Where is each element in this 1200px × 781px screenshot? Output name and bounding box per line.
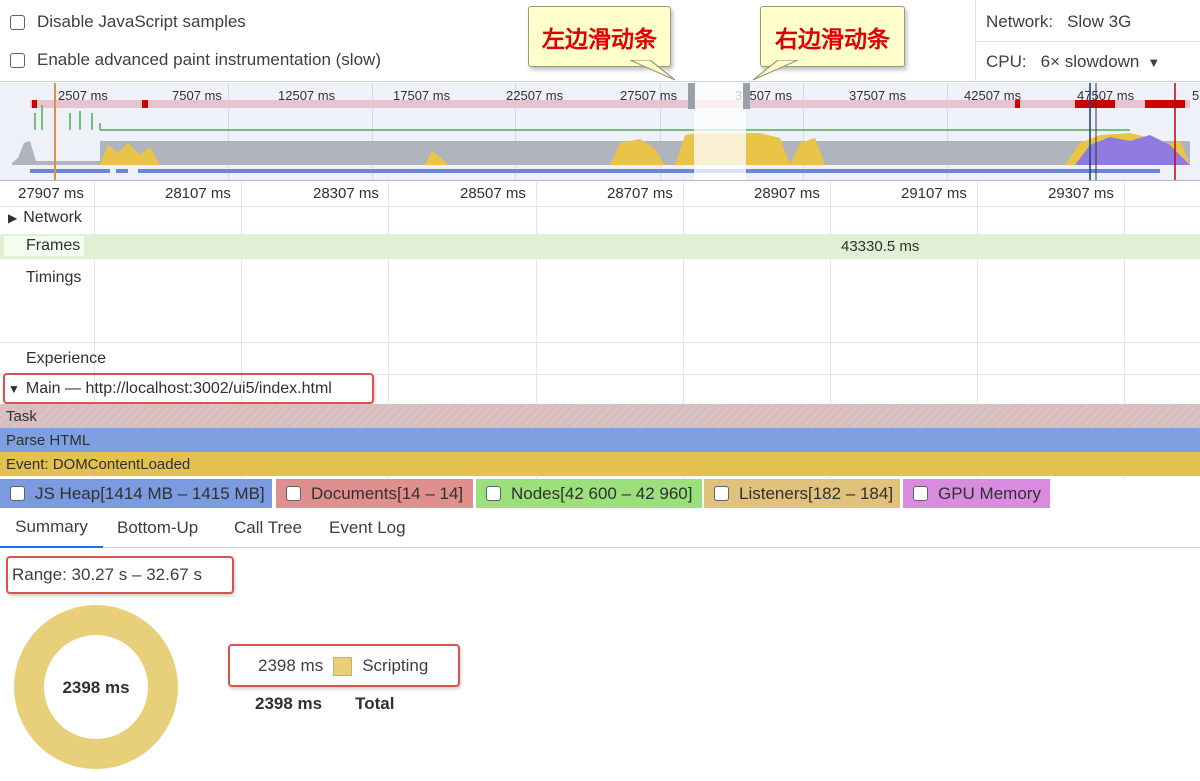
counter-js-heap[interactable]: JS Heap[1414 MB – 1415 MB] bbox=[0, 479, 272, 508]
total-value: 2398 ms bbox=[255, 694, 323, 713]
fps-graph bbox=[34, 105, 1130, 131]
network-label: Network: bbox=[986, 12, 1054, 31]
right-slider-callout: 右边滑动条 bbox=[760, 6, 905, 67]
js-heap-label: JS Heap[1414 MB – 1415 MB] bbox=[35, 483, 265, 503]
task-label: Task bbox=[6, 407, 37, 425]
disable-js-samples-label: Disable JavaScript samples bbox=[37, 12, 246, 31]
cpu-select[interactable]: 6× slowdown bbox=[1041, 52, 1140, 72]
scripting-color-swatch bbox=[333, 656, 353, 676]
left-slider-handle[interactable] bbox=[688, 83, 695, 109]
advanced-paint-option[interactable]: Enable advanced paint instrumentation (s… bbox=[10, 50, 381, 70]
divider bbox=[0, 206, 1200, 207]
timeline-tick-label: 28507 ms bbox=[460, 185, 526, 202]
tab-event-log-label: Event Log bbox=[329, 518, 406, 537]
parse-html-label: Parse HTML bbox=[6, 431, 91, 449]
advanced-paint-checkbox[interactable] bbox=[10, 52, 25, 68]
long-task-marker bbox=[1075, 100, 1115, 108]
total-label: Total bbox=[355, 694, 395, 713]
left-slider-callout: 左边滑动条 bbox=[528, 6, 671, 67]
timeline-overview[interactable]: 2507 ms 7507 ms 12507 ms 17507 ms 22507 … bbox=[0, 83, 1200, 181]
counter-documents[interactable]: Documents[14 – 14] bbox=[276, 479, 473, 508]
frames-track[interactable]: Frames 43330.5 ms bbox=[0, 234, 1200, 259]
cpu-throttle[interactable]: CPU: 6× slowdown ▼ bbox=[986, 52, 1160, 72]
timeline-tick-label: 28907 ms bbox=[754, 185, 820, 202]
summary-range: Range: 30.27 s – 32.67 s bbox=[12, 565, 202, 584]
legend-row-total: 2398 ms Total bbox=[255, 694, 394, 714]
tab-bottom-up[interactable]: Bottom-Up bbox=[117, 508, 198, 548]
cpu-idle-area bbox=[12, 141, 1190, 165]
documents-label: Documents[14 – 14] bbox=[311, 483, 464, 503]
main-track-highlight bbox=[3, 373, 374, 404]
timeline-tick-label: 27907 ms bbox=[18, 185, 84, 202]
frames-track-label: Frames bbox=[4, 236, 85, 256]
tab-event-log[interactable]: Event Log bbox=[329, 508, 406, 548]
disable-js-samples-option[interactable]: Disable JavaScript samples bbox=[10, 12, 246, 32]
counter-listeners[interactable]: Listeners[182 – 184] bbox=[704, 479, 900, 508]
network-throttle[interactable]: Network: Slow 3G bbox=[986, 12, 1131, 32]
experience-track-label[interactable]: Experience bbox=[26, 350, 106, 368]
js-heap-checkbox[interactable] bbox=[10, 486, 25, 501]
legend-row-scripting: 2398 ms Scripting bbox=[258, 656, 428, 676]
dom-content-loaded-bar[interactable]: Event: DOMContentLoaded bbox=[0, 452, 1200, 476]
counter-nodes[interactable]: Nodes[42 600 – 42 960] bbox=[476, 479, 702, 508]
long-task-marker bbox=[1145, 100, 1185, 108]
documents-checkbox[interactable] bbox=[286, 486, 301, 501]
details-tabs: Summary Bottom-Up Call Tree Event Log bbox=[0, 508, 1200, 548]
donut-center-value: 2398 ms bbox=[62, 678, 129, 697]
nodes-checkbox[interactable] bbox=[486, 486, 501, 501]
throttling-controls: Network: Slow 3G CPU: 6× slowdown ▼ bbox=[975, 0, 1200, 82]
summary-donut-chart: 2398 ms bbox=[14, 605, 178, 769]
legend-scripting-value: 2398 ms bbox=[258, 656, 324, 675]
advanced-paint-label: Enable advanced paint instrumentation (s… bbox=[37, 50, 381, 69]
overview-selection-window[interactable] bbox=[694, 83, 746, 180]
task-bar[interactable]: Task bbox=[0, 404, 1200, 428]
tab-summary[interactable]: Summary bbox=[0, 508, 103, 548]
memory-counters: JS Heap[1414 MB – 1415 MB] Documents[14 … bbox=[0, 479, 1200, 508]
divider bbox=[976, 41, 1200, 42]
tab-bottom-up-label: Bottom-Up bbox=[117, 518, 199, 537]
listeners-label: Listeners[182 – 184] bbox=[739, 483, 894, 503]
tab-summary-label: Summary bbox=[15, 517, 88, 536]
timings-track-label[interactable]: Timings bbox=[26, 269, 81, 287]
tab-call-tree-label: Call Tree bbox=[234, 518, 303, 537]
parse-html-bar[interactable]: Parse HTML bbox=[0, 428, 1200, 452]
divider bbox=[0, 342, 1200, 343]
overview-activity-graph bbox=[12, 83, 1190, 180]
long-task-marker bbox=[142, 100, 148, 108]
gpu-memory-checkbox[interactable] bbox=[913, 486, 928, 501]
listeners-checkbox[interactable] bbox=[714, 486, 729, 501]
frame-duration[interactable]: 43330.5 ms bbox=[841, 238, 919, 255]
right-slider-handle[interactable] bbox=[743, 83, 750, 109]
timeline-tick-label: 28107 ms bbox=[165, 185, 231, 202]
disable-js-samples-checkbox[interactable] bbox=[10, 14, 25, 30]
dom-content-loaded-label: Event: DOMContentLoaded bbox=[6, 455, 191, 473]
nodes-label: Nodes[42 600 – 42 960] bbox=[511, 483, 693, 503]
timeline-tick-label: 28307 ms bbox=[313, 185, 379, 202]
chevron-down-icon: ▼ bbox=[1147, 54, 1161, 70]
memory-strip bbox=[30, 169, 1160, 173]
long-task-marker bbox=[32, 100, 37, 108]
network-select[interactable]: Slow 3G bbox=[1067, 12, 1131, 32]
tab-call-tree[interactable]: Call Tree bbox=[234, 508, 302, 548]
left-callout-pointer bbox=[629, 60, 676, 81]
flame-chart[interactable]: 27907 ms 28107 ms 28307 ms 28507 ms 2870… bbox=[0, 182, 1200, 508]
network-track-header[interactable]: ▶ Network bbox=[8, 209, 82, 227]
right-slider-callout-text: 右边滑动条 bbox=[775, 25, 890, 53]
left-slider-callout-text: 左边滑动条 bbox=[542, 25, 657, 53]
network-track-label: Network bbox=[23, 209, 82, 226]
gpu-memory-label: GPU Memory bbox=[938, 483, 1041, 503]
counter-gpu-memory[interactable]: GPU Memory bbox=[903, 479, 1050, 508]
timeline-tick-label: 29107 ms bbox=[901, 185, 967, 202]
timeline-tick-label: 28707 ms bbox=[607, 185, 673, 202]
right-callout-pointer bbox=[752, 60, 799, 81]
timeline-tick-label: 29307 ms bbox=[1048, 185, 1114, 202]
expand-triangle-icon: ▶ bbox=[8, 211, 18, 225]
long-task-marker bbox=[1015, 100, 1020, 108]
legend-scripting-label: Scripting bbox=[362, 656, 429, 675]
cpu-label: CPU: bbox=[986, 52, 1027, 71]
